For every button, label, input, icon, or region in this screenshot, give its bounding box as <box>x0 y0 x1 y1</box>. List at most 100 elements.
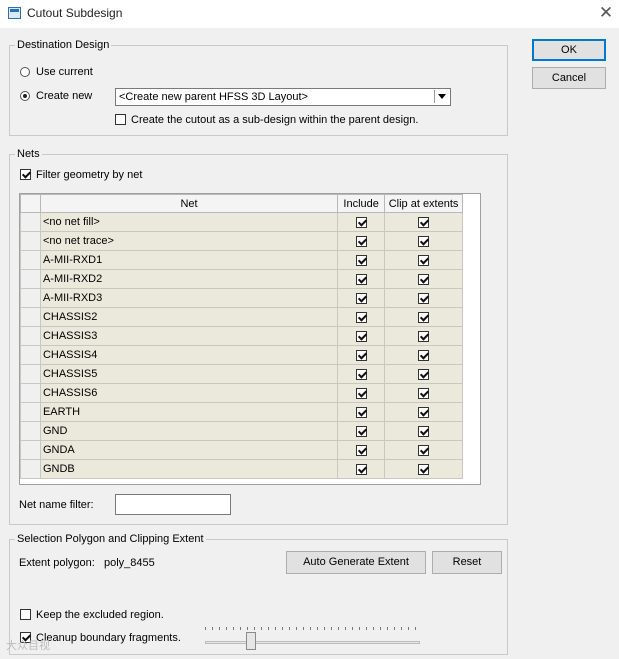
row-header[interactable] <box>20 459 41 479</box>
net-name-cell[interactable]: A-MII-RXD1 <box>39 250 339 270</box>
chevron-down-icon[interactable] <box>434 90 449 103</box>
include-checkbox[interactable] <box>355 311 367 323</box>
row-header[interactable] <box>20 345 41 365</box>
include-checkbox[interactable] <box>355 463 367 475</box>
cleanup-slider-thumb[interactable] <box>246 632 256 650</box>
row-header[interactable] <box>20 364 41 384</box>
net-name-filter-label: Net name filter: <box>19 499 94 511</box>
net-name-cell[interactable]: GNDB <box>39 459 339 479</box>
table-row[interactable]: EARTH <box>20 402 463 422</box>
subdesign-checkbox[interactable] <box>115 114 126 125</box>
net-name-cell[interactable]: A-MII-RXD2 <box>39 269 339 289</box>
row-header[interactable] <box>20 250 41 270</box>
include-checkbox[interactable] <box>355 216 367 228</box>
use-current-label: Use current <box>36 66 93 78</box>
include-checkbox[interactable] <box>355 235 367 247</box>
slider-ticks <box>205 627 420 631</box>
clip-checkbox[interactable] <box>418 273 430 285</box>
row-header[interactable] <box>20 421 41 441</box>
net-name-cell[interactable]: <no net fill> <box>39 212 339 232</box>
clip-checkbox[interactable] <box>418 406 430 418</box>
include-checkbox[interactable] <box>355 292 367 304</box>
row-header[interactable] <box>20 269 41 289</box>
net-name-cell[interactable]: <no net trace> <box>39 231 339 251</box>
net-name-cell[interactable]: EARTH <box>39 402 339 422</box>
include-checkbox[interactable] <box>355 254 367 266</box>
net-name-cell[interactable]: CHASSIS2 <box>39 307 339 327</box>
table-row[interactable]: A-MII-RXD3 <box>20 288 463 308</box>
clip-checkbox[interactable] <box>418 254 430 266</box>
nets-group-label: Nets <box>15 148 42 160</box>
keep-excluded-label: Keep the excluded region. <box>36 609 164 621</box>
reset-button[interactable]: Reset <box>432 551 502 574</box>
include-checkbox[interactable] <box>355 444 367 456</box>
net-name-cell[interactable]: A-MII-RXD3 <box>39 288 339 308</box>
table-row[interactable]: CHASSIS2 <box>20 307 463 327</box>
clip-checkbox[interactable] <box>418 292 430 304</box>
filter-by-net-label: Filter geometry by net <box>36 169 143 181</box>
clip-checkbox[interactable] <box>418 368 430 380</box>
net-name-filter-input[interactable] <box>115 494 231 515</box>
table-row[interactable]: GND <box>20 421 463 441</box>
selection-polygon-label: Selection Polygon and Clipping Extent <box>15 533 206 545</box>
clip-checkbox[interactable] <box>418 463 430 475</box>
row-header[interactable] <box>20 231 41 251</box>
include-checkbox[interactable] <box>355 349 367 361</box>
clip-checkbox[interactable] <box>418 216 430 228</box>
net-name-cell[interactable]: CHASSIS5 <box>39 364 339 384</box>
table-row[interactable]: CHASSIS3 <box>20 326 463 346</box>
ok-button[interactable]: OK <box>532 39 606 61</box>
clip-checkbox[interactable] <box>418 425 430 437</box>
row-header[interactable] <box>20 307 41 327</box>
extent-polygon-label: Extent polygon: <box>19 557 95 569</box>
close-icon[interactable]: ✕ <box>597 3 615 23</box>
parent-design-combo[interactable]: <Create new parent HFSS 3D Layout> <box>115 88 451 106</box>
row-header[interactable] <box>20 383 41 403</box>
table-row[interactable]: <no net fill> <box>20 212 463 232</box>
table-row[interactable]: GNDB <box>20 459 463 479</box>
net-name-cell[interactable]: GND <box>39 421 339 441</box>
table-row[interactable]: CHASSIS6 <box>20 383 463 403</box>
clip-checkbox[interactable] <box>418 349 430 361</box>
use-current-radio[interactable] <box>20 67 30 77</box>
row-header[interactable] <box>20 288 41 308</box>
row-header[interactable] <box>20 440 41 460</box>
include-checkbox[interactable] <box>355 368 367 380</box>
create-new-radio[interactable] <box>20 91 30 101</box>
table-row[interactable]: <no net trace> <box>20 231 463 251</box>
parent-design-combo-value: <Create new parent HFSS 3D Layout> <box>119 91 308 103</box>
clip-checkbox[interactable] <box>418 330 430 342</box>
clip-checkbox[interactable] <box>418 444 430 456</box>
table-row[interactable]: A-MII-RXD1 <box>20 250 463 270</box>
include-checkbox[interactable] <box>355 387 367 399</box>
row-header[interactable] <box>20 212 41 232</box>
include-checkbox[interactable] <box>355 425 367 437</box>
row-header[interactable] <box>20 326 41 346</box>
auto-generate-extent-button[interactable]: Auto Generate Extent <box>286 551 426 574</box>
create-new-label: Create new <box>36 90 93 102</box>
net-name-cell[interactable]: CHASSIS4 <box>39 345 339 365</box>
column-header-net[interactable]: Net <box>39 194 339 213</box>
include-checkbox[interactable] <box>355 406 367 418</box>
clip-checkbox[interactable] <box>418 235 430 247</box>
net-name-cell[interactable]: GNDA <box>39 440 339 460</box>
filter-by-net-checkbox[interactable] <box>20 169 31 180</box>
table-row[interactable]: GNDA <box>20 440 463 460</box>
net-name-cell[interactable]: CHASSIS3 <box>39 326 339 346</box>
table-row[interactable]: A-MII-RXD2 <box>20 269 463 289</box>
column-header-clip[interactable]: Clip at extents <box>384 194 463 213</box>
include-checkbox[interactable] <box>355 273 367 285</box>
row-header[interactable] <box>20 402 41 422</box>
include-checkbox[interactable] <box>355 330 367 342</box>
clip-checkbox[interactable] <box>418 311 430 323</box>
nets-grid[interactable]: Net Include Clip at extents <no net fill… <box>19 193 481 485</box>
cancel-button[interactable]: Cancel <box>532 67 606 89</box>
table-row[interactable]: CHASSIS4 <box>20 345 463 365</box>
column-header-include[interactable]: Include <box>337 194 386 213</box>
table-row[interactable]: CHASSIS5 <box>20 364 463 384</box>
keep-excluded-checkbox[interactable] <box>20 609 31 620</box>
net-name-cell[interactable]: CHASSIS6 <box>39 383 339 403</box>
clip-checkbox[interactable] <box>418 387 430 399</box>
cleanup-slider-track[interactable] <box>205 641 420 644</box>
nets-table: Net Include Clip at extents <no net fill… <box>20 194 463 479</box>
